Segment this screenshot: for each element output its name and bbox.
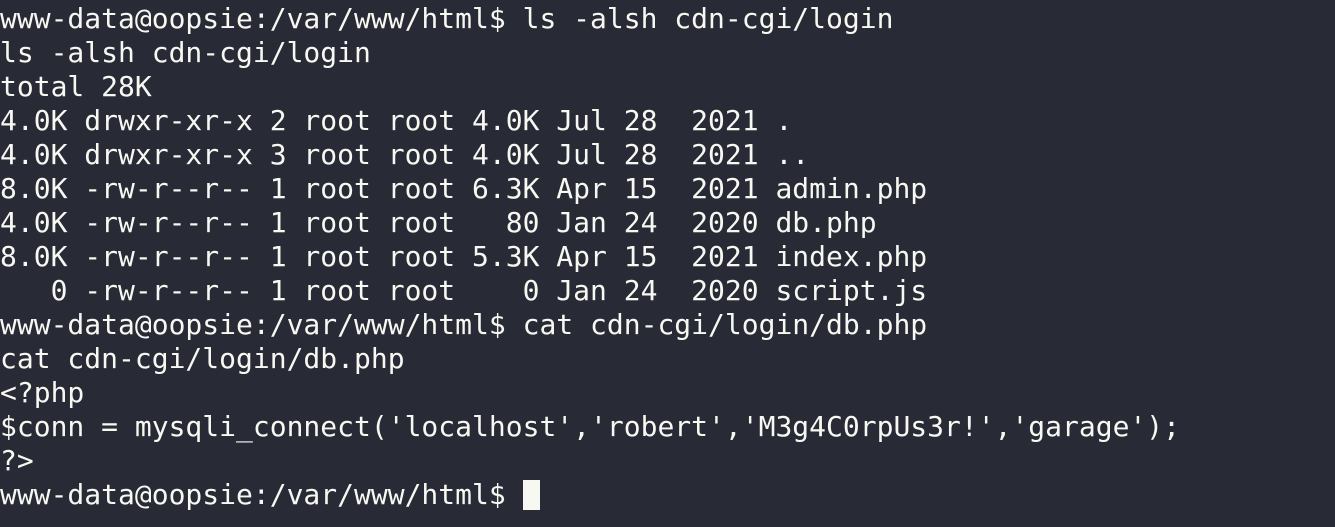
terminal-input-line[interactable]: www-data@oopsie:/var/www/html$ xyxy=(0,478,1335,512)
terminal-line-echo-ls: ls -alsh cdn-cgi/login xyxy=(0,36,371,69)
terminal-line-dir-parent: 4.0K drwxr-xr-x 3 root root 4.0K Jul 28 … xyxy=(0,138,810,171)
terminal-line-dir-current: 4.0K drwxr-xr-x 2 root root 4.0K Jul 28 … xyxy=(0,104,793,137)
terminal-line-file-index: 8.0K -rw-r--r-- 1 root root 5.3K Apr 15 … xyxy=(0,240,928,273)
terminal-line-prompt-cat: www-data@oopsie:/var/www/html$ cat cdn-c… xyxy=(0,308,928,341)
terminal-window[interactable]: www-data@oopsie:/var/www/html$ ls -alsh … xyxy=(0,0,1335,527)
terminal-line-echo-cat: cat cdn-cgi/login/db.php xyxy=(0,342,405,375)
terminal-line-file-script: 0 -rw-r--r-- 1 root root 0 Jan 24 2020 s… xyxy=(0,274,928,307)
terminal-line-file-db: 4.0K -rw-r--r-- 1 root root 80 Jan 24 20… xyxy=(0,206,877,239)
terminal-line-php-open: <?php xyxy=(0,376,85,409)
terminal-line-php-conn: $conn = mysqli_connect('localhost','robe… xyxy=(0,410,1181,443)
terminal-prompt: www-data@oopsie:/var/www/html$ xyxy=(0,478,523,511)
terminal-cursor[interactable] xyxy=(522,480,540,510)
terminal-line-file-admin: 8.0K -rw-r--r-- 1 root root 6.3K Apr 15 … xyxy=(0,172,928,205)
terminal-line-total: total 28K xyxy=(0,70,152,103)
terminal-line-php-close: ?> xyxy=(0,444,34,477)
terminal-line-prompt-ls: www-data@oopsie:/var/www/html$ ls -alsh … xyxy=(0,2,894,35)
